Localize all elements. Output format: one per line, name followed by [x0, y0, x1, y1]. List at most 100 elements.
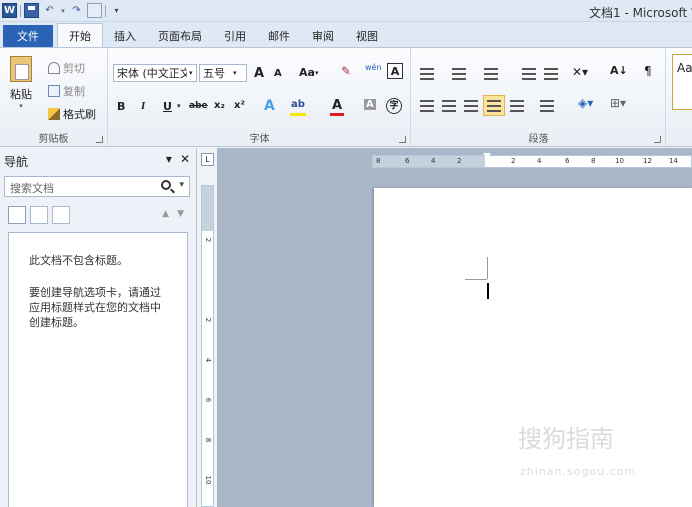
font-name-combo[interactable]: 宋体 (中文正文) ▾	[113, 64, 197, 82]
ruler-number: 6	[565, 157, 570, 165]
undo-dropdown-icon[interactable]: ▾	[60, 3, 66, 18]
close-icon[interactable]: ✕	[180, 152, 190, 166]
change-case-label: Aa	[299, 66, 315, 79]
font-color-button[interactable]: A	[332, 98, 342, 113]
show-marks-button[interactable]: ¶	[644, 64, 652, 78]
text-effects-button[interactable]: A	[264, 98, 275, 114]
borders-button[interactable]: ⊞▾	[610, 96, 626, 110]
window-title: 文档1 - Microsoft W	[589, 6, 692, 20]
ruler-number: 4	[204, 357, 212, 363]
char-border-button[interactable]: A	[387, 63, 403, 79]
nav-options-dropdown-icon[interactable]: ▾	[166, 152, 172, 166]
search-document-input[interactable]: 搜索文档 ▾	[4, 176, 190, 197]
print-preview-icon[interactable]	[87, 3, 102, 18]
enclose-chars-button[interactable]: 字	[386, 98, 402, 114]
next-heading-icon[interactable]: ▼	[177, 209, 184, 219]
save-icon[interactable]	[24, 3, 39, 18]
tab-references[interactable]: 引用	[213, 25, 257, 47]
tab-view[interactable]: 视图	[345, 25, 389, 47]
align-right-icon[interactable]	[464, 100, 478, 112]
italic-button[interactable]: I	[141, 100, 145, 112]
customize-icon[interactable]: ▾	[109, 3, 124, 18]
tab-file[interactable]: 文件	[3, 25, 53, 47]
increase-indent-icon[interactable]	[544, 68, 558, 80]
nav-arrows: ▲ ▼	[162, 209, 184, 219]
tab-page-layout[interactable]: 页面布局	[147, 25, 213, 47]
shrink-font-button[interactable]: A	[274, 68, 282, 79]
ruler-number: 12	[643, 157, 652, 165]
word-icon[interactable]: W	[2, 3, 17, 18]
ruler-number: 10	[204, 475, 212, 485]
chinese-layout-button[interactable]: ✕▾	[572, 65, 588, 79]
search-icon[interactable]	[161, 180, 171, 190]
font-dialog-launcher[interactable]	[399, 136, 406, 143]
font-group: 宋体 (中文正文) ▾ 五号 ▾ A A Aa ▾ ✎ wén A B I U …	[109, 48, 411, 147]
paste-dropdown-icon: ▾	[19, 102, 23, 110]
tab-browse-pages-icon[interactable]	[30, 206, 48, 224]
clipboard-dialog-launcher[interactable]	[96, 136, 103, 143]
cut-button[interactable]: 剪切	[48, 60, 85, 76]
styles-gallery[interactable]: Aa	[672, 54, 692, 110]
paste-label: 粘贴	[10, 88, 32, 101]
justify-button[interactable]	[483, 95, 505, 116]
underline-button[interactable]: U	[163, 100, 172, 113]
paragraph-group: ✕▾ A↓ ¶ ◈▾ ⊞▾ 段落	[412, 48, 666, 147]
indent-marker[interactable]	[483, 153, 491, 169]
tab-review[interactable]: 审阅	[301, 25, 345, 47]
undo-icon[interactable]: ↶	[42, 3, 57, 18]
ruler-number: 6	[204, 397, 212, 403]
change-case-dropdown-icon: ▾	[314, 68, 319, 77]
multilevel-list-icon[interactable]	[484, 68, 498, 80]
paragraph-group-label: 段落	[528, 134, 549, 145]
phonetic-guide-button[interactable]: wén	[365, 63, 382, 72]
copy-label: 复制	[63, 85, 85, 98]
tab-browse-headings-icon[interactable]	[8, 206, 26, 224]
decrease-indent-icon[interactable]	[522, 68, 536, 80]
search-options-dropdown-icon[interactable]: ▾	[179, 180, 184, 190]
highlight-button[interactable]: ab	[291, 99, 305, 110]
copy-button[interactable]: 复制	[48, 83, 85, 99]
font-color-bar	[330, 113, 344, 116]
char-shading-button[interactable]: A	[364, 99, 376, 110]
nav-pane-body: 此文档不包含标题。 要创建导航选项卡，请通过 应用标题样式在您的文档中 创建标题…	[8, 232, 188, 507]
underline-dropdown-icon[interactable]: ▾	[177, 102, 181, 110]
tab-home[interactable]: 开始	[57, 23, 103, 47]
tab-mailings[interactable]: 邮件	[257, 25, 301, 47]
qat-separator	[105, 4, 106, 17]
clear-format-button[interactable]: ✎	[341, 64, 351, 78]
no-headings-message: 此文档不包含标题。	[29, 254, 128, 267]
bold-button[interactable]: B	[117, 100, 125, 113]
change-case-button[interactable]: Aa ▾	[299, 66, 318, 79]
paste-button[interactable]: 粘贴 ▾	[10, 56, 32, 110]
shading-button[interactable]: ◈▾	[578, 96, 593, 110]
tab-insert[interactable]: 插入	[103, 25, 147, 47]
nav-pane-title: 导航	[4, 155, 29, 169]
numbering-icon[interactable]	[452, 68, 466, 80]
previous-heading-icon[interactable]: ▲	[162, 209, 169, 219]
horizontal-ruler[interactable]: 8 6 4 2 2 4 6 8 10 12 14	[372, 155, 692, 168]
font-name-value: 宋体 (中文正文)	[117, 67, 187, 80]
nav-pane-controls: ▾ ✕	[166, 152, 190, 166]
superscript-button[interactable]: x²	[234, 100, 245, 111]
distributed-icon[interactable]	[510, 100, 524, 112]
bullets-icon[interactable]	[420, 68, 434, 80]
tab-selector[interactable]: L	[201, 153, 214, 166]
watermark-url: zhinan.sogou.com	[520, 465, 637, 478]
font-size-combo[interactable]: 五号 ▾	[199, 64, 247, 82]
format-painter-button[interactable]: 格式刷	[48, 106, 96, 122]
clear-format-icon: ✎	[341, 64, 352, 78]
align-center-icon[interactable]	[442, 100, 456, 112]
brush-icon	[48, 108, 60, 120]
grow-font-button[interactable]: A	[254, 66, 264, 81]
redo-icon[interactable]: ↷	[69, 3, 84, 18]
line-spacing-icon[interactable]	[540, 100, 554, 112]
subscript-button[interactable]: x₂	[214, 100, 225, 111]
tab-browse-results-icon[interactable]	[52, 206, 70, 224]
paragraph-dialog-launcher[interactable]	[654, 136, 661, 143]
sort-button[interactable]: A↓	[610, 64, 628, 77]
document-page[interactable]	[374, 188, 692, 507]
phonetic-label: wén	[365, 63, 382, 72]
align-left-icon[interactable]	[420, 100, 434, 112]
strikethrough-button[interactable]: abe	[189, 101, 208, 111]
vertical-ruler[interactable]: 2 2 4 6 8 10	[201, 185, 214, 507]
